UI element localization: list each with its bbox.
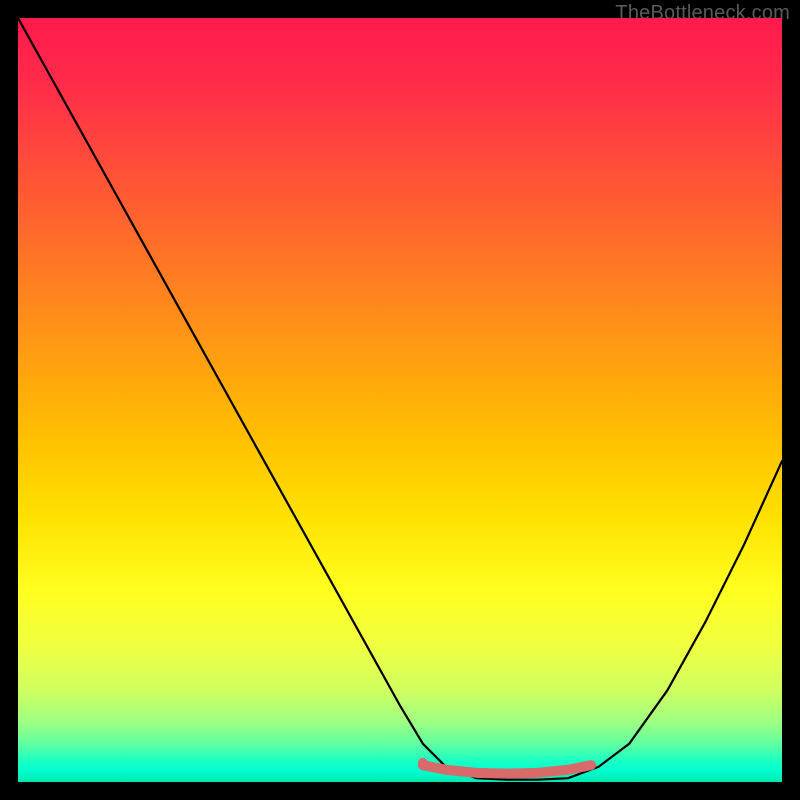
optimal-range-marker bbox=[423, 765, 591, 773]
chart-container: TheBottleneck.com bbox=[0, 0, 800, 800]
bottleneck-curve bbox=[18, 18, 782, 780]
optimal-start-dot bbox=[418, 758, 428, 768]
chart-svg bbox=[18, 18, 782, 782]
plot-area bbox=[18, 18, 782, 782]
